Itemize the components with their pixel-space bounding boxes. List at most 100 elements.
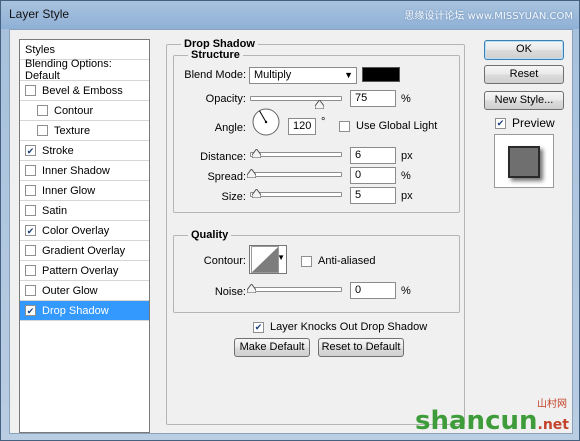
distance-slider-thumb[interactable] <box>252 149 261 158</box>
blending-options-item[interactable]: Blending Options: Default <box>20 58 149 82</box>
reset-button[interactable]: Reset <box>484 65 564 84</box>
layer-knocks-out-checkbox[interactable]: Layer Knocks Out Drop Shadow <box>253 321 427 333</box>
structure-group: Structure Blend Mode: Multiply ▼ Opacity… <box>173 49 460 213</box>
style-item-label: Color Overlay <box>42 224 110 237</box>
watermark-main: shancun <box>415 406 538 436</box>
shadow-color-swatch[interactable] <box>362 67 400 82</box>
size-input[interactable]: 5 <box>350 187 396 204</box>
ok-button[interactable]: OK <box>484 40 564 60</box>
make-default-button[interactable]: Make Default <box>234 338 310 357</box>
style-item-checkbox[interactable] <box>25 265 36 276</box>
opacity-slider-track[interactable] <box>250 96 342 101</box>
ok-label: OK <box>516 43 532 55</box>
style-item-gradient-overlay[interactable]: Gradient Overlay <box>20 241 149 261</box>
style-item-label: Texture <box>54 124 91 137</box>
reset-to-default-label: Reset to Default <box>321 341 401 353</box>
preview-label: Preview <box>512 116 555 130</box>
styles-header-label: Styles <box>25 43 55 56</box>
size-slider-track[interactable] <box>250 192 342 197</box>
style-item-checkbox[interactable] <box>25 245 36 256</box>
style-item-color-overlay[interactable]: Color Overlay <box>20 221 149 241</box>
noise-slider-track[interactable] <box>250 287 342 292</box>
angle-dial[interactable] <box>252 108 280 136</box>
style-item-label: Gradient Overlay <box>42 244 126 257</box>
style-item-label: Bevel & Emboss <box>42 84 123 97</box>
style-item-checkbox[interactable] <box>25 145 36 156</box>
layer-style-window: Layer Style 思缘设计论坛 www.MISSYUAN.COM Styl… <box>0 0 580 441</box>
style-item-checkbox[interactable] <box>25 185 36 196</box>
layer-knocks-out-box[interactable] <box>253 321 264 333</box>
layer-knocks-out-label: Layer Knocks Out Drop Shadow <box>270 321 428 333</box>
distance-slider-track[interactable] <box>250 152 342 157</box>
style-item-checkbox[interactable] <box>25 205 36 216</box>
opacity-input[interactable]: 75 <box>350 90 396 107</box>
style-item-bevel-emboss[interactable]: Bevel & Emboss <box>20 81 149 101</box>
use-global-light-box[interactable] <box>339 120 350 132</box>
blend-mode-label: Blend Mode: <box>184 69 246 81</box>
opacity-value: 75 <box>355 92 368 104</box>
drop-shadow-group: Drop Shadow Structure Blend Mode: Multip… <box>166 38 465 425</box>
style-item-checkbox[interactable] <box>25 165 36 176</box>
spread-input[interactable]: 0 <box>350 167 396 184</box>
angle-value: 120 <box>293 120 312 132</box>
angle-unit: ° <box>321 116 326 128</box>
style-item-checkbox[interactable] <box>25 285 36 296</box>
style-item-label: Satin <box>42 204 68 217</box>
styles-header[interactable]: Styles <box>20 40 149 60</box>
contour-picker[interactable]: ▼ <box>249 245 287 274</box>
style-item-checkbox[interactable] <box>25 225 36 236</box>
spread-slider-track[interactable] <box>250 172 342 177</box>
anti-aliased-checkbox[interactable]: Anti-aliased <box>301 255 375 267</box>
dialog-client: Styles Blending Options: Default Bevel &… <box>9 29 573 434</box>
use-global-light-checkbox[interactable]: Use Global Light <box>339 120 437 132</box>
angle-label: Angle: <box>214 122 246 134</box>
anti-aliased-box[interactable] <box>301 255 312 267</box>
preview-checkbox[interactable]: Preview <box>495 116 555 130</box>
blend-mode-value: Multiply <box>254 69 292 81</box>
style-item-stroke[interactable]: Stroke <box>20 141 149 161</box>
style-item-inner-glow[interactable]: Inner Glow <box>20 181 149 201</box>
contour-curve-icon <box>251 246 279 273</box>
noise-input[interactable]: 0 <box>350 282 396 299</box>
chevron-down-icon: ▼ <box>277 253 285 262</box>
distance-label: Distance: <box>200 151 246 163</box>
noise-unit: % <box>401 285 411 297</box>
style-item-texture[interactable]: Texture <box>20 121 149 141</box>
distance-input[interactable]: 6 <box>350 147 396 164</box>
angle-input[interactable]: 120 <box>288 118 316 135</box>
spread-unit: % <box>401 170 411 182</box>
contour-label: Contour: <box>203 255 246 267</box>
spread-slider-thumb[interactable] <box>247 169 256 178</box>
quality-group: Quality Contour: ▼ Anti-aliased Noise: 0… <box>173 229 460 313</box>
blend-mode-select[interactable]: Multiply ▼ <box>249 67 357 84</box>
spread-label: Spread: <box>207 171 246 183</box>
opacity-slider-thumb[interactable] <box>315 100 324 109</box>
style-item-drop-shadow[interactable]: Drop Shadow <box>20 301 149 321</box>
style-item-label: Contour <box>54 104 94 117</box>
noise-slider-thumb[interactable] <box>247 284 256 293</box>
size-value: 5 <box>355 189 362 201</box>
noise-value: 0 <box>355 284 362 296</box>
style-item-checkbox[interactable] <box>37 125 48 136</box>
make-default-label: Make Default <box>239 341 305 353</box>
preview-box[interactable] <box>495 117 506 129</box>
preview-box-area <box>494 134 554 188</box>
watermark-top: 思缘设计论坛 www.MISSYUAN.COM <box>404 11 573 22</box>
style-item-checkbox[interactable] <box>25 305 36 316</box>
blending-options-label: Blending Options: Default <box>25 58 112 82</box>
title-bar[interactable]: Layer Style 思缘设计论坛 www.MISSYUAN.COM <box>1 1 579 29</box>
style-item-satin[interactable]: Satin <box>20 201 149 221</box>
style-item-inner-shadow[interactable]: Inner Shadow <box>20 161 149 181</box>
style-item-checkbox[interactable] <box>25 85 36 96</box>
reset-to-default-button[interactable]: Reset to Default <box>318 338 404 357</box>
new-style-button[interactable]: New Style... <box>484 91 564 110</box>
style-item-checkbox[interactable] <box>37 105 48 116</box>
style-item-contour[interactable]: Contour <box>20 101 149 121</box>
size-label: Size: <box>221 191 246 203</box>
size-slider-thumb[interactable] <box>252 189 261 198</box>
distance-value: 6 <box>355 149 362 161</box>
structure-title: Structure <box>188 49 243 61</box>
spread-value: 0 <box>355 169 362 181</box>
style-item-outer-glow[interactable]: Outer Glow <box>20 281 149 301</box>
style-item-pattern-overlay[interactable]: Pattern Overlay <box>20 261 149 281</box>
